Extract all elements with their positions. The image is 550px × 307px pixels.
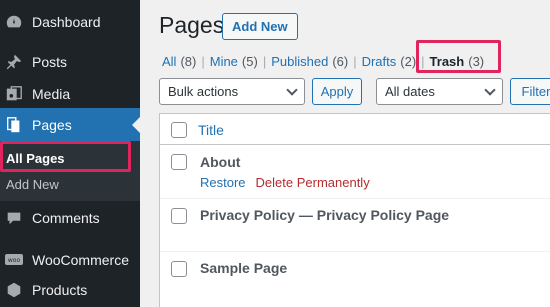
row-checkbox[interactable]	[171, 261, 187, 277]
filter-drafts[interactable]: Drafts	[362, 54, 397, 69]
woocommerce-icon: woo	[4, 250, 24, 270]
row-title-privacy-policy[interactable]: Privacy Policy — Privacy Policy Page	[200, 207, 449, 223]
dates-value: All dates	[385, 84, 435, 99]
filter-mine[interactable]: Mine	[210, 54, 238, 69]
filter-separator: |	[262, 54, 267, 69]
products-icon	[4, 280, 24, 300]
sidebar-item-label: Dashboard	[32, 14, 101, 30]
row-divider	[160, 198, 550, 199]
pages-icon	[4, 115, 24, 135]
column-title-header[interactable]: Title	[198, 122, 224, 138]
filter-count: (2)	[400, 54, 417, 69]
comment-icon	[4, 208, 24, 228]
bulk-actions-select[interactable]: Bulk actions	[159, 78, 305, 105]
svg-text:woo: woo	[8, 257, 21, 264]
sidebar-item-label: Pages	[32, 116, 72, 133]
media-icon	[4, 84, 24, 104]
sidebar-item-woocommerce[interactable]: woo WooCommerce	[0, 250, 140, 270]
sidebar-item-dashboard[interactable]: Dashboard	[0, 12, 140, 32]
sidebar-item-posts[interactable]: Posts	[0, 52, 140, 72]
chevron-down-icon	[286, 84, 298, 96]
filter-count: (3)	[468, 54, 485, 69]
sidebar-item-label: Comments	[32, 210, 100, 226]
sidebar-item-label: Products	[32, 282, 88, 298]
filter-count: (5)	[241, 54, 258, 69]
filter-separator: |	[421, 54, 425, 69]
filter-button[interactable]: Filter	[510, 78, 550, 105]
chevron-down-icon	[484, 84, 496, 96]
submenu-item-add-new[interactable]: Add New	[6, 177, 59, 192]
row-checkbox[interactable]	[171, 208, 187, 224]
filter-count: (8)	[180, 54, 197, 69]
page-title: Pages	[159, 12, 225, 38]
sidebar-item-pages[interactable]: Pages	[0, 108, 140, 141]
row-actions: Restore Delete Permanently	[200, 175, 370, 190]
restore-link[interactable]: Restore	[200, 175, 246, 190]
filter-trash[interactable]: Trash	[430, 54, 465, 69]
sidebar-item-products[interactable]: Products	[0, 280, 140, 300]
select-all-checkbox[interactable]	[171, 122, 187, 138]
pin-icon	[4, 52, 24, 72]
sidebar-item-label: Posts	[32, 54, 68, 70]
filter-count: (6)	[332, 54, 349, 69]
sidebar-item-comments[interactable]: Comments	[0, 208, 140, 228]
highlight-all-pages	[0, 141, 131, 172]
current-menu-arrow	[132, 117, 140, 133]
bulk-actions-value: Bulk actions	[168, 84, 239, 99]
status-filters: All (8) | Mine (5) | Published (6) | Drafts…	[162, 54, 484, 69]
dashboard-icon	[4, 12, 24, 32]
filter-published[interactable]: Published	[271, 54, 328, 69]
filter-separator: |	[201, 54, 205, 69]
sidebar-item-label: WooCommerce	[32, 252, 129, 268]
row-title-sample-page[interactable]: Sample Page	[200, 260, 287, 276]
add-new-button[interactable]: Add New	[222, 13, 298, 40]
pages-table: Title About Restore Delete Permanently P…	[159, 113, 550, 307]
sidebar-item-label: Media	[32, 86, 71, 102]
dates-select[interactable]: All dates	[376, 78, 503, 105]
filter-all[interactable]: All	[162, 54, 176, 69]
delete-permanently-link[interactable]: Delete Permanently	[256, 175, 370, 190]
row-checkbox[interactable]	[171, 154, 187, 170]
table-header: Title	[160, 114, 550, 145]
row-title-about: About	[200, 154, 241, 170]
filter-separator: |	[353, 54, 357, 69]
apply-button[interactable]: Apply	[312, 78, 362, 105]
sidebar-item-media[interactable]: Media	[0, 84, 140, 104]
row-divider	[160, 251, 550, 252]
